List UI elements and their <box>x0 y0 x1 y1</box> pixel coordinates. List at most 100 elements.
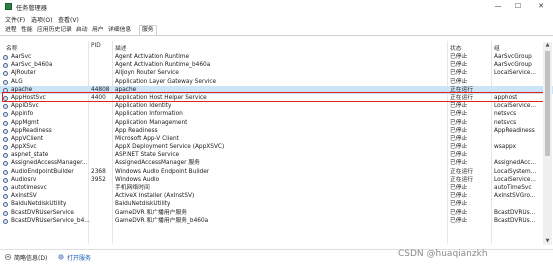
service-icon <box>3 71 8 77</box>
tab-details[interactable]: 详细信息 <box>108 26 131 35</box>
tab-performance[interactable]: 性能 <box>21 26 33 35</box>
service-icon <box>3 169 8 175</box>
cell-name: Appinfo <box>11 111 34 118</box>
cell-desc: ASP.NET State Service <box>115 152 180 159</box>
table-row[interactable]: AppIDSvc Application Identity 已停止 LocalServ… <box>0 102 553 110</box>
cell-group: AarSvcGroup <box>494 54 532 60</box>
tab-bar: 进程 性能 应用历史记录 启动 用户 详细信息 服务 <box>0 25 553 36</box>
table-row[interactable]: aspnet_state ASP.NET State Service 已停止 <box>0 151 553 159</box>
tab-startup[interactable]: 启动 <box>76 26 88 35</box>
cell-status: 已停止 <box>450 209 468 216</box>
table-row[interactable]: AxInstSV ActiveX Installer (AxInstSV) 已停止 A… <box>0 192 553 200</box>
scroll-up-arrow-icon[interactable]: ▲ <box>543 42 552 49</box>
menu-view[interactable]: 查看(V) <box>58 15 79 24</box>
table-row[interactable]: ALG Application Layer Gateway Service 已停止 <box>0 78 553 86</box>
table-row[interactable]: Appinfo Application Information 已停止 netsvcs <box>0 110 553 118</box>
scroll-thumb[interactable] <box>545 51 550 156</box>
open-services-link[interactable]: 打开服务 <box>67 253 91 262</box>
cell-group: BcastDVRUs... <box>494 209 536 216</box>
cell-desc: Agent Activation Runtime_b460a <box>115 62 211 69</box>
column-header-description[interactable]: 描述 <box>115 43 127 52</box>
column-header-pid[interactable]: PID <box>91 43 101 49</box>
chevron-up-icon[interactable] <box>5 254 11 260</box>
cell-status: 已停止 <box>450 144 468 151</box>
column-header-name[interactable]: 名称 <box>6 43 18 52</box>
cell-desc: AssignedAccessManager 服务 <box>115 160 200 167</box>
cell-desc: Application Management <box>115 119 188 126</box>
cell-name: AudioEndpointBuilder <box>11 168 74 175</box>
tab-processes[interactable]: 进程 <box>5 26 17 35</box>
table-row[interactable]: AarSvc Agent Activation Runtime 已停止 AarSvcG… <box>0 53 553 61</box>
table-row[interactable]: BcastDVRUserService_b4... GameDVR 和广播用户服务… <box>0 217 553 225</box>
task-manager-icon <box>5 3 12 10</box>
menu-options[interactable]: 选项(O) <box>31 15 52 24</box>
table-row[interactable]: AarSvc_b460a Agent Activation Runtime_b46… <box>0 61 553 69</box>
table-row[interactable]: AppXSvc AppX Deployment Service (AppXSVC)… <box>0 143 553 151</box>
cell-name: BaiduNetdiskUtility <box>11 201 67 208</box>
table-row[interactable]: AppMgmt Application Management 已停止 netsvcs <box>0 119 553 127</box>
cell-name: AppReadiness <box>11 127 52 134</box>
cell-status: 已停止 <box>450 193 468 200</box>
service-icon <box>3 177 8 183</box>
apache-row-highlight-box <box>2 92 544 102</box>
service-icon <box>3 128 8 134</box>
cell-name: AssignedAccessManager... <box>11 160 88 167</box>
column-header-status[interactable]: 状态 <box>450 43 462 52</box>
minimize-button[interactable]: — <box>490 1 506 12</box>
menu-file[interactable]: 文件(F) <box>5 15 25 24</box>
table-row[interactable]: AssignedAccessManager... AssignedAccessMa… <box>0 159 553 167</box>
service-icon <box>3 218 8 224</box>
cell-status: 已停止 <box>450 152 468 159</box>
table-row[interactable]: BaiduNetdiskUtility BaiduNetdiskUtility 已停… <box>0 200 553 208</box>
table-row[interactable]: Audiosrv 3952 Windows Audio 正在运行 LocalServic… <box>0 176 553 184</box>
cell-group: AppReadiness <box>494 127 535 134</box>
cell-status: 已停止 <box>450 111 468 118</box>
service-icon <box>3 112 8 118</box>
cell-status: 已停止 <box>450 103 468 110</box>
column-header-group[interactable]: 组 <box>494 43 500 52</box>
cell-name: AppIDSvc <box>11 103 39 110</box>
title-bar: 任务管理器 — ☐ ✕ <box>0 0 553 13</box>
brief-info-button[interactable]: 简略信息(D) <box>14 253 47 262</box>
table-header: 名称 PID 描述 状态 组 <box>0 42 553 52</box>
tab-app-history[interactable]: 应用历史记录 <box>37 26 72 35</box>
service-icon <box>3 202 8 208</box>
close-button[interactable]: ✕ <box>533 1 549 12</box>
cell-name: AJRouter <box>11 70 36 77</box>
table-row[interactable]: AudioEndpointBuilder 2368 Windows Audio En… <box>0 168 553 176</box>
cell-name: autotimesvc <box>11 185 47 191</box>
cell-status: 已停止 <box>450 217 468 224</box>
cell-desc: Application Information <box>115 111 183 118</box>
tab-services[interactable]: 服务 <box>139 25 157 35</box>
cell-name: AppMgmt <box>11 119 39 126</box>
table-row[interactable]: AJRouter AllJoyn Router Service 已停止 LocalSe… <box>0 69 553 77</box>
table-row[interactable]: AppReadiness App Readiness 已停止 AppReadiness <box>0 127 553 135</box>
cell-name: aspnet_state <box>11 152 49 159</box>
cell-status: 正在运行 <box>450 168 474 175</box>
cell-status: 已停止 <box>450 127 468 134</box>
cell-desc: BaiduNetdiskUtility <box>115 201 171 208</box>
cell-status: 已停止 <box>450 70 468 77</box>
cell-group: BcastDVRUs... <box>494 217 536 224</box>
maximize-button[interactable]: ☐ <box>510 1 526 12</box>
cell-desc: AppX Deployment Service (AppXSVC) <box>115 144 225 151</box>
vertical-scrollbar[interactable]: ▲ ▼ <box>543 42 552 245</box>
cell-pid: 2368 <box>91 168 106 175</box>
cell-status: 正在运行 <box>450 176 474 183</box>
table-row[interactable]: AppVClient Microsoft App-V Client 已停止 <box>0 135 553 143</box>
cell-name: Audiosrv <box>11 176 37 183</box>
service-icon <box>3 120 8 126</box>
cell-desc: App Readiness <box>115 127 158 134</box>
cell-pid: 3952 <box>91 176 106 183</box>
cell-status: 已停止 <box>450 119 468 126</box>
cell-name: AppXSvc <box>11 144 37 151</box>
scroll-down-arrow-icon[interactable]: ▼ <box>543 238 552 245</box>
tab-users[interactable]: 用户 <box>92 26 104 35</box>
cell-group: AxInstSVGro... <box>494 193 536 200</box>
cell-desc: 手机网络时间 <box>115 185 150 191</box>
table-row[interactable]: autotimesvc 手机网络时间 已停止 autoTimeSvc <box>0 184 553 192</box>
cell-name: ALG <box>11 78 23 85</box>
cell-group: autoTimeSvc <box>494 185 532 191</box>
cell-desc: Microsoft App-V Client <box>115 135 179 142</box>
table-row[interactable]: BcastDVRUserService GameDVR 和广播用户服务 已停止 Bca… <box>0 209 553 217</box>
